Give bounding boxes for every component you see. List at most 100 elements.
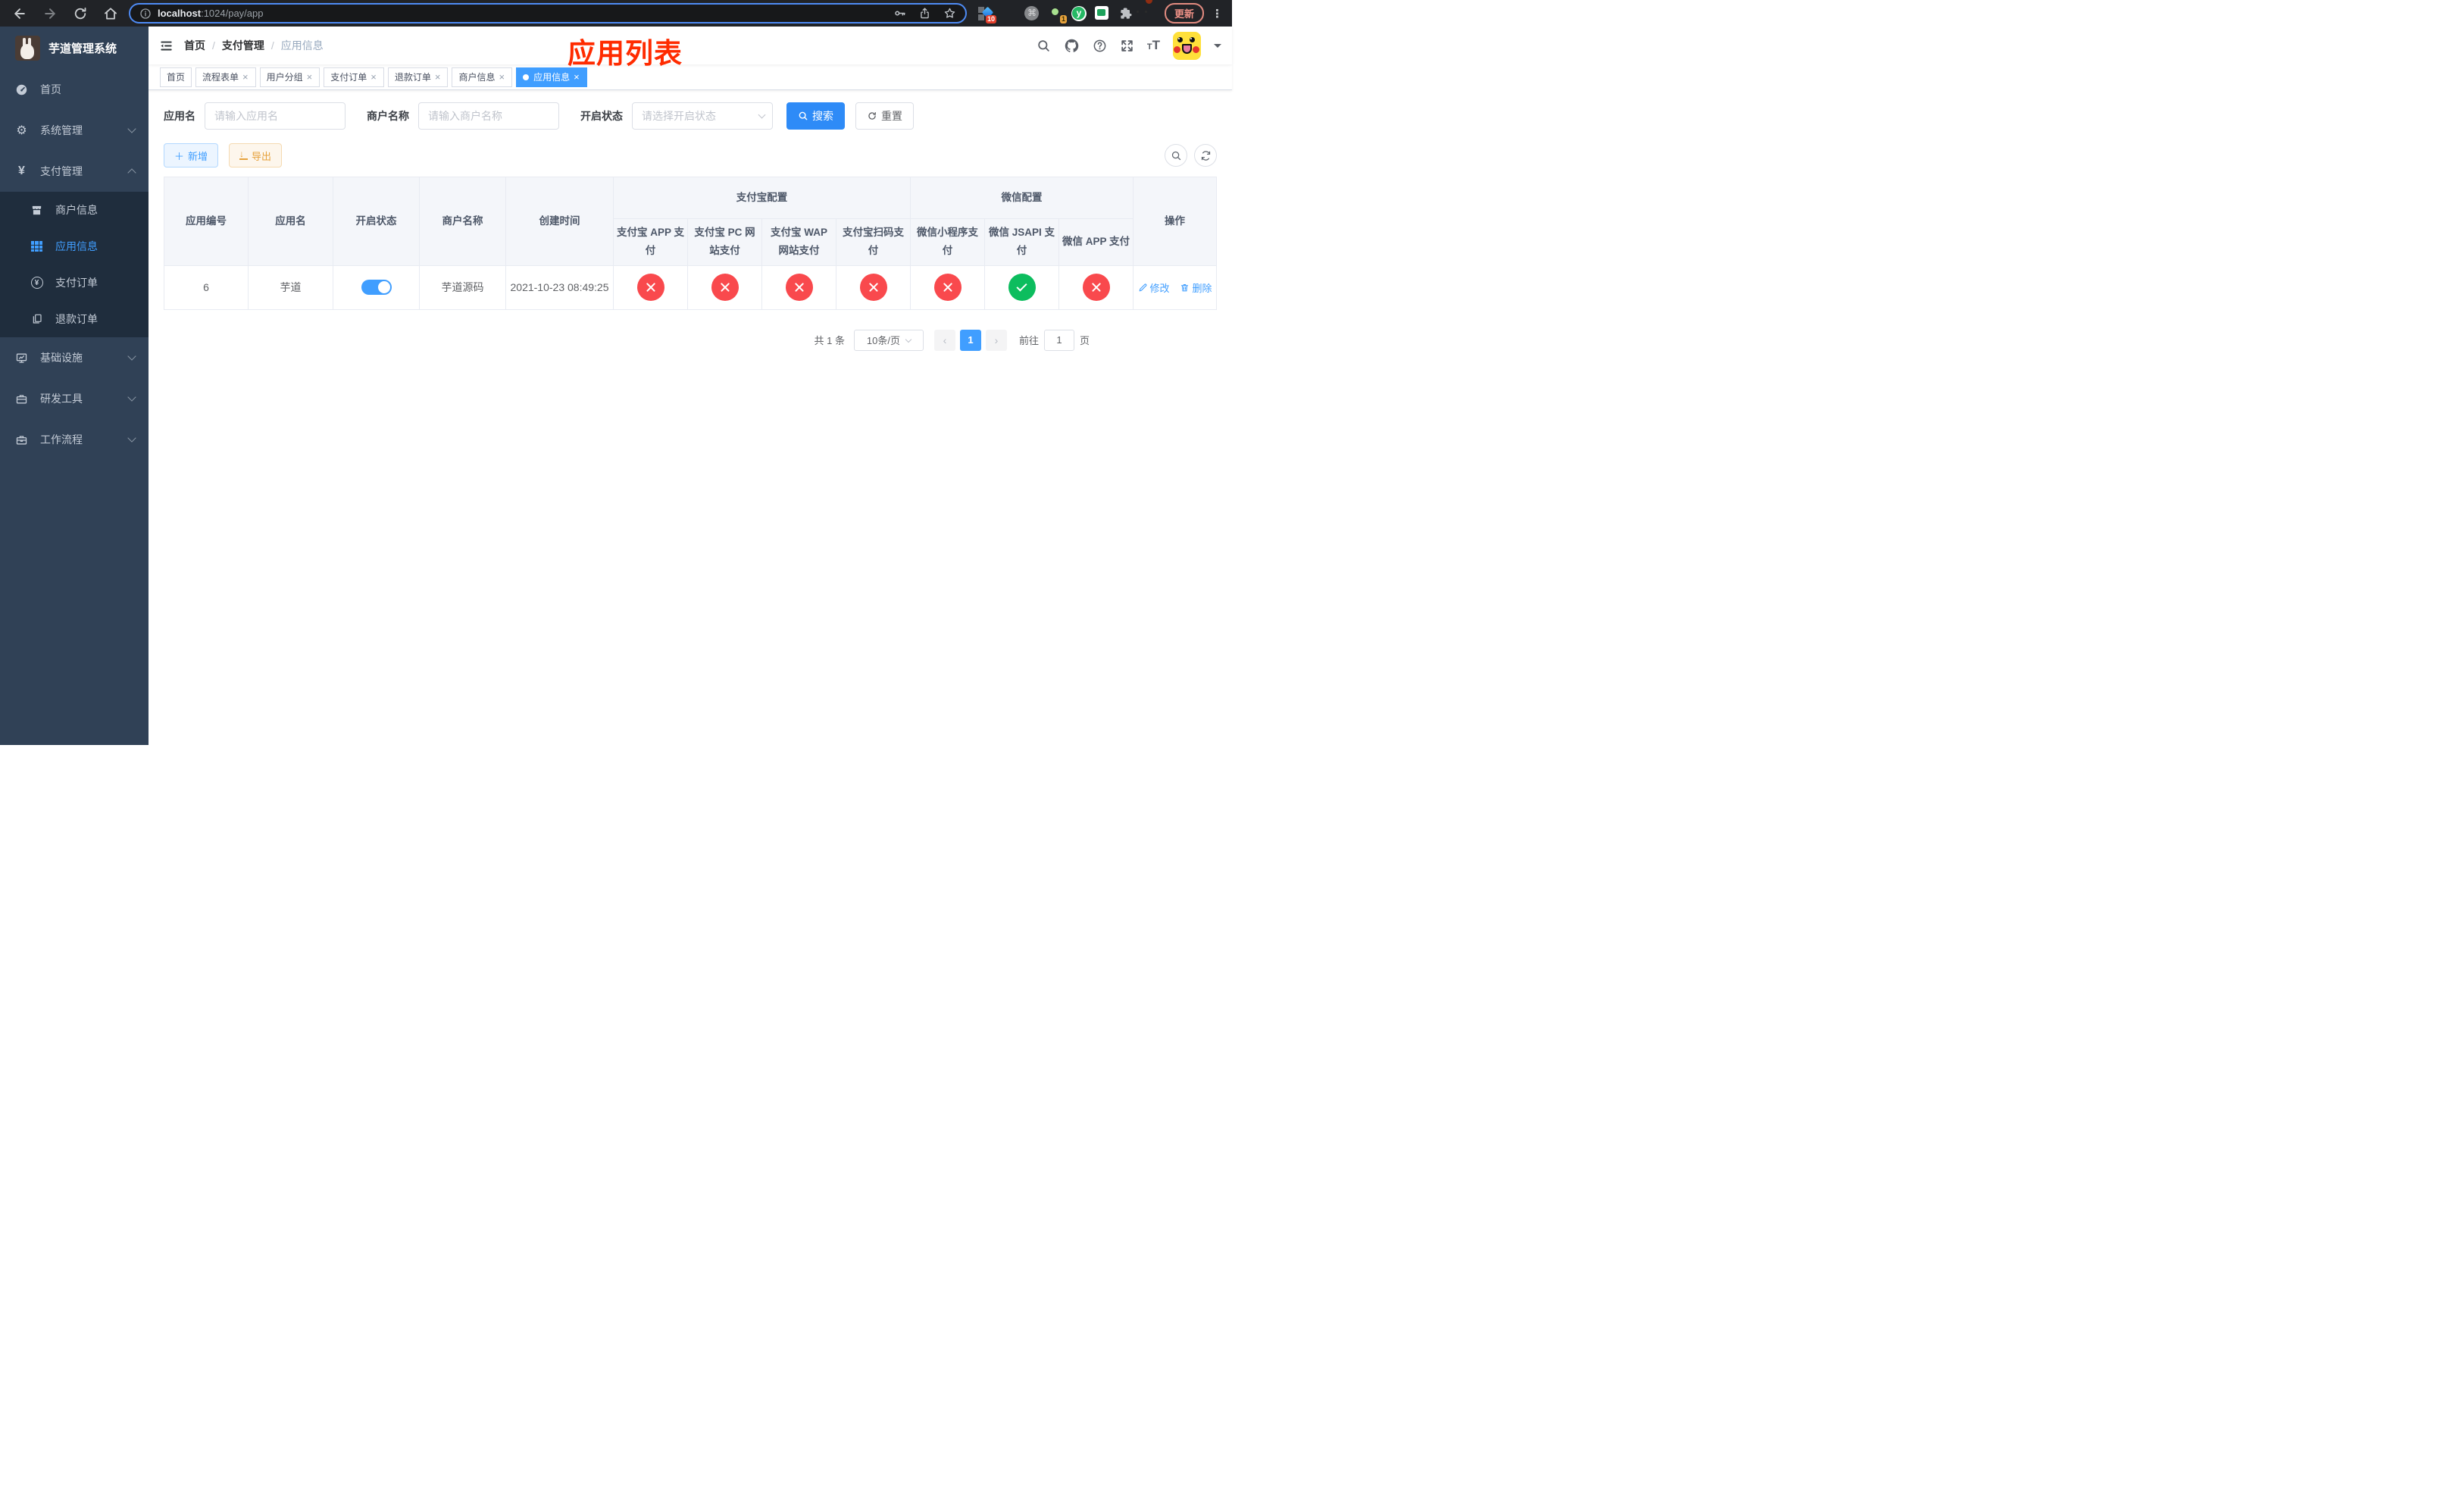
- star-icon[interactable]: [943, 7, 956, 20]
- current-page-button[interactable]: 1: [959, 329, 981, 351]
- reload-icon[interactable]: [73, 6, 88, 21]
- urlbar-actions: [893, 7, 956, 20]
- home-icon[interactable]: [103, 6, 118, 21]
- extension-gem-icon[interactable]: [1001, 6, 1016, 21]
- reset-button[interactable]: 重置: [855, 102, 914, 130]
- browser-chrome: localhost:1024/pay/app 10 ⌘ 1 y 更新 ⋮: [0, 0, 1232, 27]
- extension-badge: 10: [985, 14, 996, 23]
- url-bar[interactable]: localhost:1024/pay/app: [129, 3, 967, 23]
- prev-page-button[interactable]: ‹: [933, 329, 955, 351]
- extension-icons: 10 ⌘ 1 y: [976, 0, 1165, 23]
- status-select[interactable]: 请选择开启状态: [632, 102, 773, 130]
- goto-page-input[interactable]: [1043, 329, 1074, 351]
- sidebar-item-payment[interactable]: ¥ 支付管理: [0, 151, 149, 192]
- share-icon[interactable]: [918, 7, 931, 20]
- extension-command-icon[interactable]: ⌘: [1024, 5, 1040, 21]
- forward-icon[interactable]: [42, 6, 58, 21]
- yen-icon: ¥: [18, 164, 25, 177]
- page-title-annotation: 应用列表: [568, 38, 683, 69]
- extension-grid-icon[interactable]: 10: [977, 6, 996, 23]
- col-app-id: 应用编号: [164, 177, 249, 266]
- browser-menu-icon[interactable]: ⋮: [1210, 7, 1232, 20]
- sidebar-item-refund-order[interactable]: 退款订单: [0, 301, 149, 337]
- info-icon[interactable]: [139, 8, 152, 20]
- browser-nav-buttons: [0, 6, 129, 21]
- col-merchant: 商户名称: [419, 177, 506, 266]
- chevron-down-icon: [127, 124, 136, 133]
- tab-home[interactable]: 首页: [160, 67, 192, 87]
- monitor-icon: [15, 352, 28, 365]
- delete-link[interactable]: 删除: [1180, 280, 1212, 295]
- breadcrumb-home[interactable]: 首页: [184, 38, 205, 53]
- sidebar-item-app-info[interactable]: 应用信息: [0, 228, 149, 265]
- key-icon[interactable]: [893, 7, 906, 20]
- pencil-icon: [1139, 283, 1146, 291]
- sidebar-item-pay-order[interactable]: ¥ 支付订单: [0, 265, 149, 301]
- font-size-icon[interactable]: TT: [1147, 38, 1160, 53]
- avatar-caret-icon[interactable]: [1214, 43, 1221, 52]
- breadcrumb: 首页 / 支付管理 / 应用信息: [184, 38, 324, 53]
- download-icon: [239, 149, 249, 160]
- briefcase-icon: [15, 434, 28, 446]
- app-name-input[interactable]: [205, 102, 346, 130]
- extension-y-icon[interactable]: y: [1071, 5, 1087, 21]
- close-tab-icon[interactable]: ×: [306, 72, 314, 82]
- app-table: 应用编号 应用名 开启状态 商户名称 创建时间 支付宝配置 微信配置 操作 支付…: [164, 177, 1217, 310]
- sidebar-item-home[interactable]: 首页: [0, 69, 149, 110]
- sidebar-item-label: 支付管理: [40, 165, 83, 177]
- toggle-search-button[interactable]: [1165, 144, 1187, 167]
- extensions-puzzle-icon[interactable]: [1118, 6, 1134, 21]
- close-tab-icon[interactable]: ×: [434, 72, 442, 82]
- sidebar-item-workflow[interactable]: 工作流程: [0, 419, 149, 460]
- trash-icon: [1181, 283, 1189, 291]
- refresh-table-button[interactable]: [1194, 144, 1217, 167]
- breadcrumb-payment[interactable]: 支付管理: [222, 38, 264, 53]
- app-logo-row[interactable]: 芋道管理系统: [0, 27, 149, 69]
- sidebar-item-infrastructure[interactable]: 基础设施: [0, 337, 149, 378]
- cell-status: [333, 265, 420, 310]
- extension-chat-icon[interactable]: [1094, 5, 1110, 21]
- url-text: localhost:1024/pay/app: [158, 8, 893, 19]
- col-wechat-jsapi: 微信 JSAPI 支付: [984, 218, 1059, 266]
- close-tab-icon[interactable]: ×: [242, 72, 249, 82]
- export-button[interactable]: 导出: [229, 143, 283, 167]
- sidebar-item-merchant-info[interactable]: 商户信息: [0, 192, 149, 228]
- github-icon[interactable]: [1064, 38, 1080, 54]
- add-button[interactable]: ＋ 新增: [164, 143, 219, 167]
- help-icon[interactable]: [1093, 39, 1107, 53]
- tab-pay-order[interactable]: 支付订单 ×: [324, 67, 384, 87]
- url-path: :1024/pay/app: [201, 8, 264, 19]
- close-tab-icon[interactable]: ×: [573, 72, 580, 82]
- collapse-sidebar-icon[interactable]: [149, 39, 184, 53]
- page-size-select[interactable]: 10条/页: [853, 329, 924, 351]
- close-tab-icon[interactable]: ×: [370, 72, 377, 82]
- tab-process-form[interactable]: 流程表单 ×: [195, 67, 256, 87]
- close-tab-icon[interactable]: ×: [498, 72, 505, 82]
- avatar[interactable]: [1173, 31, 1201, 60]
- sidebar-item-label: 系统管理: [40, 124, 83, 136]
- tab-merchant-info[interactable]: 商户信息 ×: [452, 67, 513, 87]
- sidebar: 芋道管理系统 首页 ⚙ 系统管理 ¥ 支付管理 商户信息 应用信息 ¥ 支付订单…: [0, 27, 149, 745]
- back-icon[interactable]: [12, 6, 27, 21]
- search-button[interactable]: 搜索: [786, 102, 845, 130]
- edit-link[interactable]: 修改: [1138, 280, 1170, 295]
- merchant-name-input[interactable]: [418, 102, 559, 130]
- col-app-name: 应用名: [248, 177, 333, 266]
- chevron-up-icon: [127, 168, 136, 177]
- enabled-toggle[interactable]: [361, 280, 392, 296]
- sidebar-item-system[interactable]: ⚙ 系统管理: [0, 110, 149, 151]
- extension-emoji-icon[interactable]: [1136, 0, 1157, 21]
- next-page-button[interactable]: ›: [985, 329, 1007, 351]
- fullscreen-icon[interactable]: [1120, 39, 1134, 53]
- table-header-group-row: 应用编号 应用名 开启状态 商户名称 创建时间 支付宝配置 微信配置 操作: [164, 177, 1217, 266]
- tab-user-group[interactable]: 用户分组 ×: [259, 67, 321, 87]
- tab-refund-order[interactable]: 退款订单 ×: [387, 67, 449, 87]
- storefront-icon: [30, 204, 43, 217]
- browser-update-button[interactable]: 更新: [1164, 3, 1204, 23]
- sidebar-item-dev-tools[interactable]: 研发工具: [0, 378, 149, 419]
- status-wechat-jsapi-icon: [1008, 274, 1036, 302]
- search-icon[interactable]: [1037, 39, 1051, 53]
- chevron-down-icon: [127, 352, 136, 361]
- extension-avatar-icon[interactable]: 1: [1048, 6, 1067, 23]
- sidebar-item-label: 首页: [40, 83, 61, 95]
